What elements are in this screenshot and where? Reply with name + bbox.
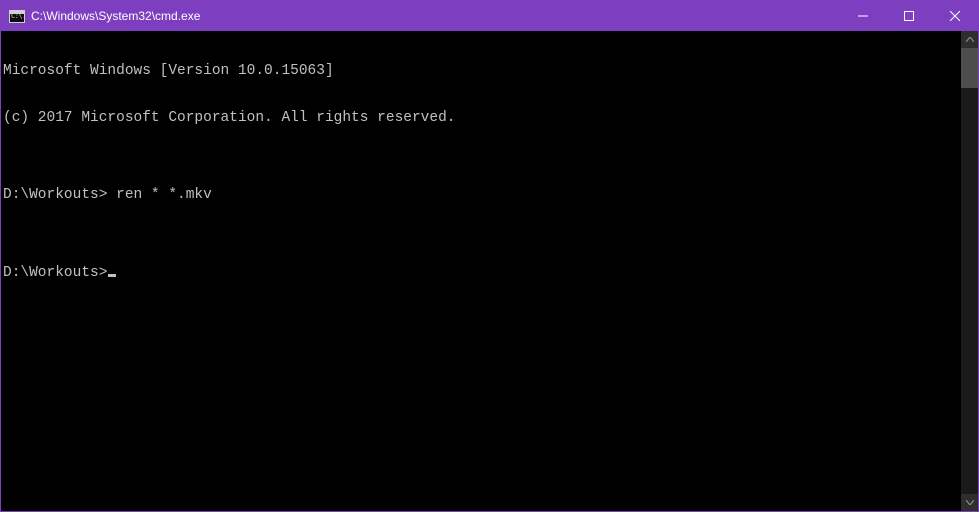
scroll-down-button[interactable]	[961, 494, 978, 511]
titlebar[interactable]: C:\. C:\Windows\System32\cmd.exe	[1, 1, 978, 31]
minimize-button[interactable]	[840, 1, 886, 31]
chevron-down-icon	[966, 500, 974, 505]
maximize-button[interactable]	[886, 1, 932, 31]
window-title: C:\Windows\System32\cmd.exe	[31, 9, 200, 23]
chevron-up-icon	[966, 37, 974, 42]
minimize-icon	[858, 11, 868, 21]
scrollbar-thumb[interactable]	[961, 48, 978, 88]
client-area: Microsoft Windows [Version 10.0.15063] (…	[1, 31, 978, 511]
terminal-line: D:\Workouts> ren * *.mkv	[3, 188, 961, 204]
terminal-prompt: D:\Workouts>	[3, 265, 107, 281]
close-button[interactable]	[932, 1, 978, 31]
cmd-window: C:\. C:\Windows\System32\cmd.exe Microso…	[0, 0, 979, 512]
terminal-line: Microsoft Windows [Version 10.0.15063]	[3, 64, 961, 80]
close-icon	[950, 11, 960, 21]
scrollbar-track[interactable]	[961, 48, 978, 494]
maximize-icon	[904, 11, 914, 21]
terminal-prompt-line: D:\Workouts>	[3, 266, 961, 282]
cmd-icon: C:\.	[9, 8, 25, 24]
terminal-output[interactable]: Microsoft Windows [Version 10.0.15063] (…	[1, 31, 961, 511]
scroll-up-button[interactable]	[961, 31, 978, 48]
cursor	[108, 274, 116, 277]
vertical-scrollbar[interactable]	[961, 31, 978, 511]
terminal-line: (c) 2017 Microsoft Corporation. All righ…	[3, 111, 961, 127]
